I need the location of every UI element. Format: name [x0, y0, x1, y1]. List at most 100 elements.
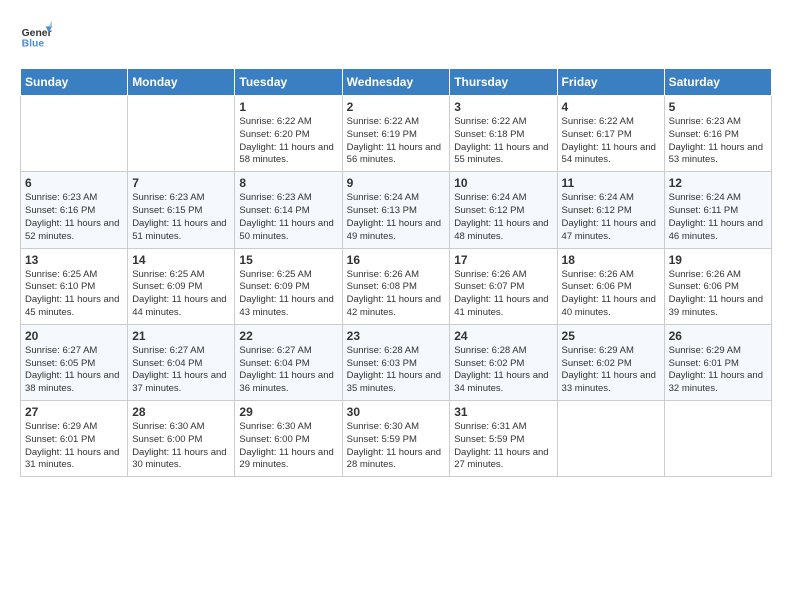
calendar-cell: 3 Sunrise: 6:22 AMSunset: 6:18 PMDaylight… — [450, 96, 557, 172]
calendar-cell: 17 Sunrise: 6:26 AMSunset: 6:07 PMDayligh… — [450, 248, 557, 324]
day-number: 8 — [239, 176, 337, 190]
calendar-cell: 4Sunrise: 6:22 AMSunset: 6:17 PMDaylight… — [557, 96, 664, 172]
day-number: 15 — [239, 253, 337, 267]
calendar-cell — [21, 96, 128, 172]
day-detail: Sunrise: 6:29 AMSunset: 6:01 PMDaylight:… — [669, 345, 767, 396]
day-detail: Sunrise: 6:26 AMSunset: 6:07 PMDaylight:… — [454, 269, 552, 320]
day-detail: Sunrise: 6:26 AMSunset: 6:06 PMDaylight:… — [562, 269, 660, 320]
day-detail: Sunrise: 6:27 AMSunset: 6:04 PMDaylight:… — [239, 345, 337, 396]
calendar-week-row: 27 Sunrise: 6:29 AMSunset: 6:01 PMDayligh… — [21, 401, 772, 477]
calendar-cell — [664, 401, 771, 477]
day-number: 6 — [25, 176, 123, 190]
day-number: 20 — [25, 329, 123, 343]
calendar-cell: 20Sunrise: 6:27 AMSunset: 6:05 PMDayligh… — [21, 324, 128, 400]
day-number: 19 — [669, 253, 767, 267]
calendar-cell: 2 Sunrise: 6:22 AMSunset: 6:19 PMDaylight… — [342, 96, 450, 172]
day-detail: Sunrise: 6:30 AMSunset: 6:00 PMDaylight:… — [239, 421, 337, 472]
day-detail: Sunrise: 6:25 AMSunset: 6:10 PMDaylight:… — [25, 269, 123, 320]
day-number: 21 — [132, 329, 230, 343]
calendar-cell: 7 Sunrise: 6:23 AMSunset: 6:15 PMDaylight… — [128, 172, 235, 248]
calendar-cell: 11 Sunrise: 6:24 AMSunset: 6:12 PMDayligh… — [557, 172, 664, 248]
day-detail: Sunrise: 6:30 AMSunset: 6:00 PMDaylight:… — [132, 421, 230, 472]
weekday-header: Sunday — [21, 69, 128, 96]
calendar-cell: 31Sunrise: 6:31 AMSunset: 5:59 PMDayligh… — [450, 401, 557, 477]
calendar-week-row: 13 Sunrise: 6:25 AMSunset: 6:10 PMDayligh… — [21, 248, 772, 324]
weekday-header-row: SundayMondayTuesdayWednesdayThursdayFrid… — [21, 69, 772, 96]
day-detail: Sunrise: 6:29 AMSunset: 6:01 PMDaylight:… — [25, 421, 123, 472]
day-number: 25 — [562, 329, 660, 343]
day-number: 26 — [669, 329, 767, 343]
day-detail: Sunrise: 6:22 AMSunset: 6:18 PMDaylight:… — [454, 116, 552, 167]
calendar-cell — [128, 96, 235, 172]
day-number: 13 — [25, 253, 123, 267]
day-number: 7 — [132, 176, 230, 190]
day-number: 3 — [454, 100, 552, 114]
calendar-cell: 13 Sunrise: 6:25 AMSunset: 6:10 PMDayligh… — [21, 248, 128, 324]
calendar-cell: 29 Sunrise: 6:30 AMSunset: 6:00 PMDayligh… — [235, 401, 342, 477]
weekday-header: Wednesday — [342, 69, 450, 96]
day-detail: Sunrise: 6:23 AMSunset: 6:16 PMDaylight:… — [25, 192, 123, 243]
weekday-header: Thursday — [450, 69, 557, 96]
calendar-cell: 23 Sunrise: 6:28 AMSunset: 6:03 PMDayligh… — [342, 324, 450, 400]
day-detail: Sunrise: 6:22 AMSunset: 6:20 PMDaylight:… — [239, 116, 337, 167]
calendar-week-row: 6 Sunrise: 6:23 AMSunset: 6:16 PMDaylight… — [21, 172, 772, 248]
day-number: 28 — [132, 405, 230, 419]
svg-text:Blue: Blue — [22, 38, 45, 49]
calendar-cell: 27 Sunrise: 6:29 AMSunset: 6:01 PMDayligh… — [21, 401, 128, 477]
day-detail: Sunrise: 6:25 AMSunset: 6:09 PMDaylight:… — [239, 269, 337, 320]
calendar-cell: 14 Sunrise: 6:25 AMSunset: 6:09 PMDayligh… — [128, 248, 235, 324]
calendar-table: SundayMondayTuesdayWednesdayThursdayFrid… — [20, 68, 772, 477]
day-detail: Sunrise: 6:28 AMSunset: 6:03 PMDaylight:… — [347, 345, 446, 396]
day-detail: Sunrise: 6:26 AMSunset: 6:06 PMDaylight:… — [669, 269, 767, 320]
day-detail: Sunrise: 6:23 AMSunset: 6:14 PMDaylight:… — [239, 192, 337, 243]
day-number: 10 — [454, 176, 552, 190]
day-number: 5 — [669, 100, 767, 114]
day-detail: Sunrise: 6:31 AMSunset: 5:59 PMDaylight:… — [454, 421, 552, 472]
calendar-cell: 9Sunrise: 6:24 AMSunset: 6:13 PMDaylight… — [342, 172, 450, 248]
calendar-cell: 16 Sunrise: 6:26 AMSunset: 6:08 PMDayligh… — [342, 248, 450, 324]
logo: General Blue — [20, 20, 52, 52]
calendar-cell: 24 Sunrise: 6:28 AMSunset: 6:02 PMDayligh… — [450, 324, 557, 400]
day-detail: Sunrise: 6:26 AMSunset: 6:08 PMDaylight:… — [347, 269, 446, 320]
weekday-header: Friday — [557, 69, 664, 96]
day-number: 22 — [239, 329, 337, 343]
calendar-cell: 21 Sunrise: 6:27 AMSunset: 6:04 PMDayligh… — [128, 324, 235, 400]
page-header: General Blue — [20, 20, 772, 52]
day-number: 17 — [454, 253, 552, 267]
day-detail: Sunrise: 6:22 AMSunset: 6:17 PMDaylight:… — [562, 116, 660, 167]
day-detail: Sunrise: 6:24 AMSunset: 6:12 PMDaylight:… — [562, 192, 660, 243]
calendar-cell: 8 Sunrise: 6:23 AMSunset: 6:14 PMDaylight… — [235, 172, 342, 248]
day-number: 9 — [347, 176, 446, 190]
calendar-week-row: 1 Sunrise: 6:22 AMSunset: 6:20 PMDaylight… — [21, 96, 772, 172]
weekday-header: Monday — [128, 69, 235, 96]
day-number: 24 — [454, 329, 552, 343]
calendar-cell: 15 Sunrise: 6:25 AMSunset: 6:09 PMDayligh… — [235, 248, 342, 324]
calendar-cell: 5Sunrise: 6:23 AMSunset: 6:16 PMDaylight… — [664, 96, 771, 172]
weekday-header: Tuesday — [235, 69, 342, 96]
calendar-cell: 19 Sunrise: 6:26 AMSunset: 6:06 PMDayligh… — [664, 248, 771, 324]
day-detail: Sunrise: 6:27 AMSunset: 6:04 PMDaylight:… — [132, 345, 230, 396]
day-detail: Sunrise: 6:30 AMSunset: 5:59 PMDaylight:… — [347, 421, 446, 472]
day-number: 16 — [347, 253, 446, 267]
day-number: 23 — [347, 329, 446, 343]
day-number: 18 — [562, 253, 660, 267]
day-detail: Sunrise: 6:25 AMSunset: 6:09 PMDaylight:… — [132, 269, 230, 320]
day-number: 1 — [239, 100, 337, 114]
calendar-cell: 6 Sunrise: 6:23 AMSunset: 6:16 PMDaylight… — [21, 172, 128, 248]
calendar-cell: 22 Sunrise: 6:27 AMSunset: 6:04 PMDayligh… — [235, 324, 342, 400]
day-detail: Sunrise: 6:22 AMSunset: 6:19 PMDaylight:… — [347, 116, 446, 167]
day-detail: Sunrise: 6:24 AMSunset: 6:12 PMDaylight:… — [454, 192, 552, 243]
day-detail: Sunrise: 6:23 AMSunset: 6:15 PMDaylight:… — [132, 192, 230, 243]
day-number: 2 — [347, 100, 446, 114]
day-detail: Sunrise: 6:28 AMSunset: 6:02 PMDaylight:… — [454, 345, 552, 396]
day-number: 11 — [562, 176, 660, 190]
calendar-cell — [557, 401, 664, 477]
calendar-cell: 25Sunrise: 6:29 AMSunset: 6:02 PMDayligh… — [557, 324, 664, 400]
day-detail: Sunrise: 6:24 AMSunset: 6:11 PMDaylight:… — [669, 192, 767, 243]
calendar-cell: 10 Sunrise: 6:24 AMSunset: 6:12 PMDayligh… — [450, 172, 557, 248]
calendar-cell: 18 Sunrise: 6:26 AMSunset: 6:06 PMDayligh… — [557, 248, 664, 324]
day-number: 29 — [239, 405, 337, 419]
calendar-cell: 30Sunrise: 6:30 AMSunset: 5:59 PMDayligh… — [342, 401, 450, 477]
day-number: 27 — [25, 405, 123, 419]
day-number: 14 — [132, 253, 230, 267]
